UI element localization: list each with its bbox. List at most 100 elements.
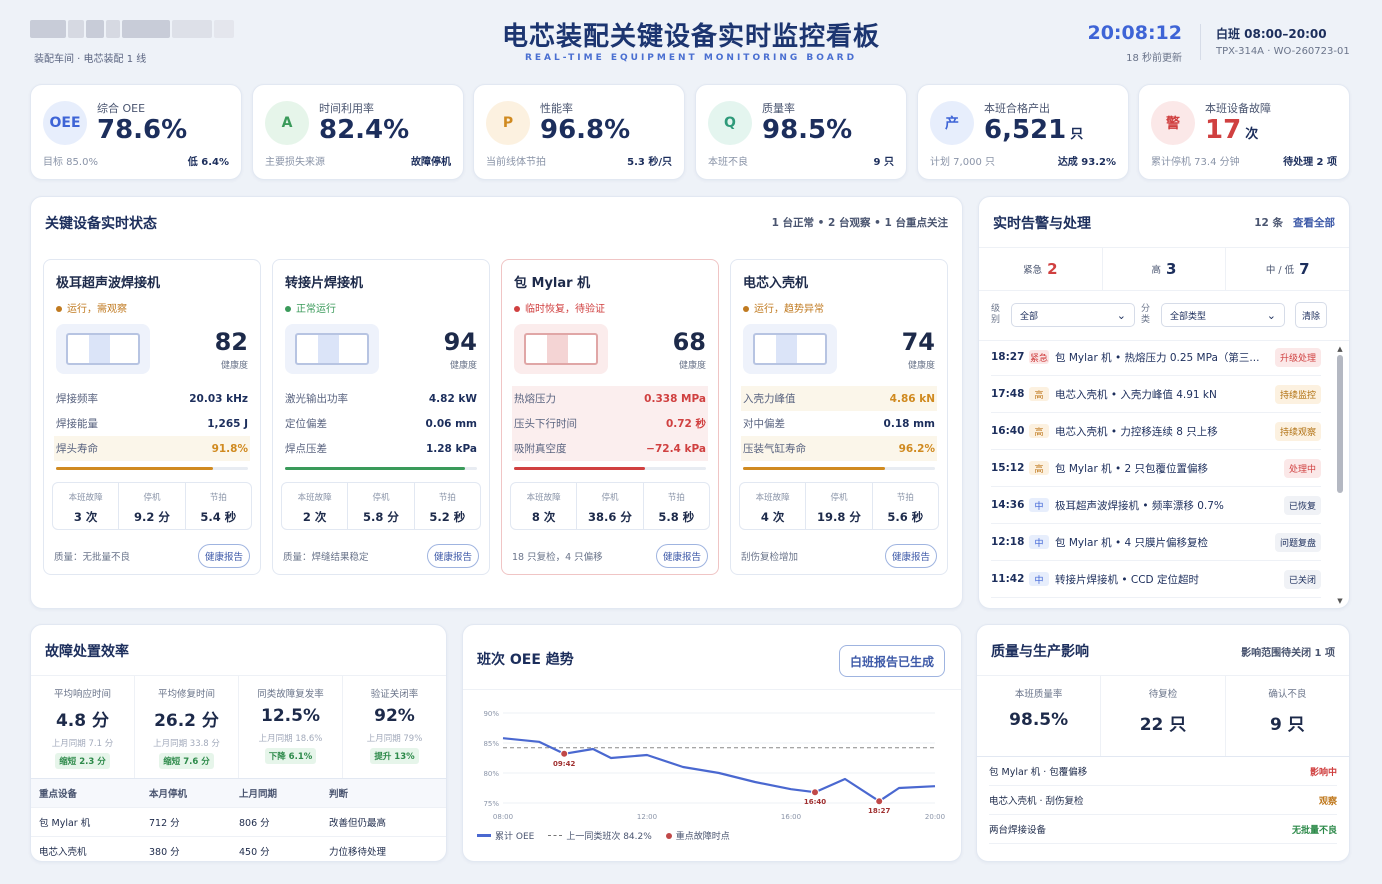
alarm-level-filter[interactable]: 中 / 低7	[1225, 248, 1349, 290]
device-image-icon	[743, 324, 837, 374]
legend-baseline: 上一同类班次 84.2%	[548, 829, 652, 842]
alarm-item[interactable]: 14:36 中 极耳超声波焊接机 • 频率漂移 0.7% 已恢复	[991, 487, 1321, 524]
update-status: 18 秒前更新	[1126, 53, 1182, 64]
alarm-text: 包 Mylar 机 • 2 只包覆位置偏移	[1055, 462, 1209, 475]
alarm-level-badge: 紧急	[1029, 350, 1049, 364]
kpi-foot-right: 5.3 秒/只	[627, 157, 672, 168]
device-param-row: 压头下行时间 0.72 秒	[512, 411, 708, 436]
alarm-item[interactable]: 11:42 中 转接片焊接机 • CCD 定位超时 已关闭	[991, 561, 1321, 598]
alarm-count: 12 条	[1254, 217, 1283, 229]
alarm-status-badge: 问题复盘	[1274, 532, 1321, 552]
kpi-foot-right: 9 只	[873, 157, 894, 168]
device-status: 运行，趋势异常	[743, 300, 824, 315]
kpi-badge-icon: A	[265, 101, 309, 145]
device-stat: 本班故障 3 次	[68, 493, 103, 524]
device-foot-note: 刮伤复检增加	[741, 552, 799, 563]
kpi-card: P 性能率 96.8% 当前线体节拍 5.3 秒/只	[473, 84, 685, 180]
device-health-label: 健康度	[678, 361, 706, 371]
device-stat: 停机 38.6 分	[576, 483, 642, 529]
device-param-row: 焊头寿命 91.8%	[54, 436, 250, 461]
alarm-item[interactable]: 12:18 中 包 Mylar 机 • 4 只膜片偏移复检 问题复盘	[991, 524, 1321, 561]
device-card[interactable]: 包 Mylar 机 临时恢复，待验证 68 健康度 热熔压力 0.338 MPa 压…	[501, 259, 719, 575]
device-name: 极耳超声波焊接机	[56, 276, 161, 291]
kpi-value: 96.8%	[540, 115, 631, 145]
device-foot-note: 质量：焊缝结果稳定	[283, 552, 369, 563]
fault-marker	[811, 788, 819, 797]
device-param-row: 压装气缸寿命 96.2%	[741, 436, 937, 461]
quality-impact-row: 两台焊接设备 无批量不良	[989, 815, 1337, 844]
device-card[interactable]: 转接片焊接机 正常运行 94 健康度 激光输出功率 4.82 kW 定位偏差 0.06…	[272, 259, 490, 575]
header-divider	[1200, 24, 1201, 60]
alarm-level-filter[interactable]: 高3	[1101, 248, 1226, 290]
health-report-button[interactable]: 健康报告	[426, 544, 479, 568]
alarm-time: 16:40	[991, 425, 1025, 437]
device-param-row: 吸附真空度 −72.4 kPa	[512, 436, 708, 461]
alarm-item[interactable]: 15:12 高 包 Mylar 机 • 2 只包覆位置偏移 处理中	[991, 450, 1321, 487]
device-foot-note: 18 只复检，4 只偏移	[512, 552, 603, 563]
filter-level-select[interactable]: 全部 ⌄	[1011, 303, 1135, 327]
filter-level-label: 级别	[991, 304, 1001, 325]
devices-panel-title: 关键设备实时状态	[45, 216, 157, 232]
device-param-row: 焊接能量 1,265 J	[56, 417, 248, 431]
alarm-text: 包 Mylar 机 • 热熔压力 0.25 MPa（第三...	[1055, 351, 1260, 364]
alarm-level-badge: 高	[1029, 387, 1049, 401]
device-status: 运行，需观察	[56, 300, 127, 315]
legend-fault-point: 重点故障时点	[665, 829, 730, 842]
chevron-down-icon: ⌄	[1116, 308, 1126, 322]
device-health-label: 健康度	[449, 361, 477, 371]
device-health-score: 68	[672, 328, 706, 356]
kpi-foot-left: 本班不良	[708, 157, 748, 168]
x-tick-label: 12:00	[637, 813, 657, 821]
device-stat: 节拍 5.4 秒	[184, 483, 251, 529]
kpi-badge-icon: Q	[708, 101, 752, 145]
kpi-foot-right: 低 6.4%	[187, 157, 229, 168]
quality-title: 质量与生产影响	[991, 644, 1089, 660]
device-health-score: 94	[443, 328, 477, 356]
alarm-item[interactable]: 16:40 高 电芯入壳机 • 力控移连续 8 只上移 持续观察	[991, 413, 1321, 450]
device-param-row: 焊点压差 1.28 kPa	[285, 442, 477, 456]
alarm-list-scrollbar[interactable]: ▲ ▼	[1337, 345, 1343, 605]
kpi-foot-left: 当前线体节拍	[486, 157, 546, 168]
view-all-link[interactable]: 查看全部	[1293, 215, 1335, 230]
device-health-bar	[285, 467, 477, 470]
device-card[interactable]: 极耳超声波焊接机 运行，需观察 82 健康度 焊接频率 20.03 kHz 焊接能量…	[43, 259, 261, 575]
fault-table-header: 重点设备 本月停机 上月同期 判断	[31, 779, 446, 808]
alarms-panel: 实时告警与处理 12 条 查看全部 紧急 2 高 3 中 / 低7 级别 全部 ⌄ 分类…	[978, 196, 1350, 609]
kpi-badge-icon: P	[486, 101, 530, 145]
table-row: 电芯入壳机 380 分 450 分力位移待处理	[31, 837, 446, 861]
alarm-text: 包 Mylar 机 • 4 只膜片偏移复检	[1055, 536, 1209, 549]
device-image-icon	[285, 324, 379, 374]
device-card[interactable]: 电芯入壳机 运行，趋势异常 74 健康度 入壳力峰值 4.86 kN 对中偏差 0.1…	[730, 259, 948, 575]
alarm-item[interactable]: 17:48 高 电芯入壳机 • 入壳力峰值 4.91 kN 持续监控	[991, 376, 1321, 413]
health-report-button[interactable]: 健康报告	[884, 544, 937, 568]
kpi-value: 78.6%	[97, 115, 188, 145]
quality-panel: 质量与生产影响 影响范围待关闭 1 项 本班质量率 98.5% 待复检 22 只确认不…	[976, 624, 1350, 862]
quality-impact-row: 电芯入壳机 · 刮伤复检 观察	[989, 786, 1337, 815]
device-health-bar	[56, 467, 248, 470]
health-report-button[interactable]: 健康报告	[655, 544, 708, 568]
devices-panel: 关键设备实时状态 1 台正常 • 2 台观察 • 1 台重点关注 极耳超声波焊接…	[30, 196, 963, 609]
alarm-item[interactable]: 18:27 紧急 包 Mylar 机 • 热熔压力 0.25 MPa（第三...…	[991, 339, 1321, 376]
alarm-level-filter[interactable]: 紧急 2	[979, 248, 1102, 290]
device-param-row: 激光输出功率 4.82 kW	[285, 392, 477, 406]
kpi-value: 98.5%	[762, 115, 853, 145]
health-report-button[interactable]: 健康报告	[197, 544, 250, 568]
fault-marker	[875, 797, 884, 806]
kpi-foot-left: 累计停机 73.4 分钟	[1151, 157, 1240, 168]
kpi-label: 综合 OEE	[97, 102, 146, 115]
kpi-value: 6,521 只	[984, 115, 1084, 145]
alarm-level-badge: 中	[1029, 535, 1049, 549]
filter-type-select[interactable]: 全部类型 ⌄	[1161, 303, 1285, 327]
alarm-status-badge: 已恢复	[1283, 495, 1321, 515]
alarm-text: 转接片焊接机 • CCD 定位超时	[1055, 573, 1199, 586]
kpi-card: 警 本班设备故障 17 次 累计停机 73.4 分钟 待处理 2 项	[1138, 84, 1350, 180]
x-tick-label: 16:00	[781, 813, 801, 821]
kpi-foot-right: 达成 93.2%	[1057, 157, 1116, 168]
clear-filter-button[interactable]: 清除	[1295, 302, 1327, 328]
table-row: 包 Mylar 机 712 分 806 分改善但仍最高	[31, 808, 446, 837]
device-stat: 节拍 5.2 秒	[413, 483, 480, 529]
shift-report-button[interactable]: 白班报告已生成	[838, 645, 945, 677]
kpi-foot-right: 待处理 2 项	[1283, 157, 1337, 168]
device-param-row: 热熔压力 0.338 MPa	[512, 386, 708, 411]
alarm-time: 15:12	[991, 462, 1025, 474]
